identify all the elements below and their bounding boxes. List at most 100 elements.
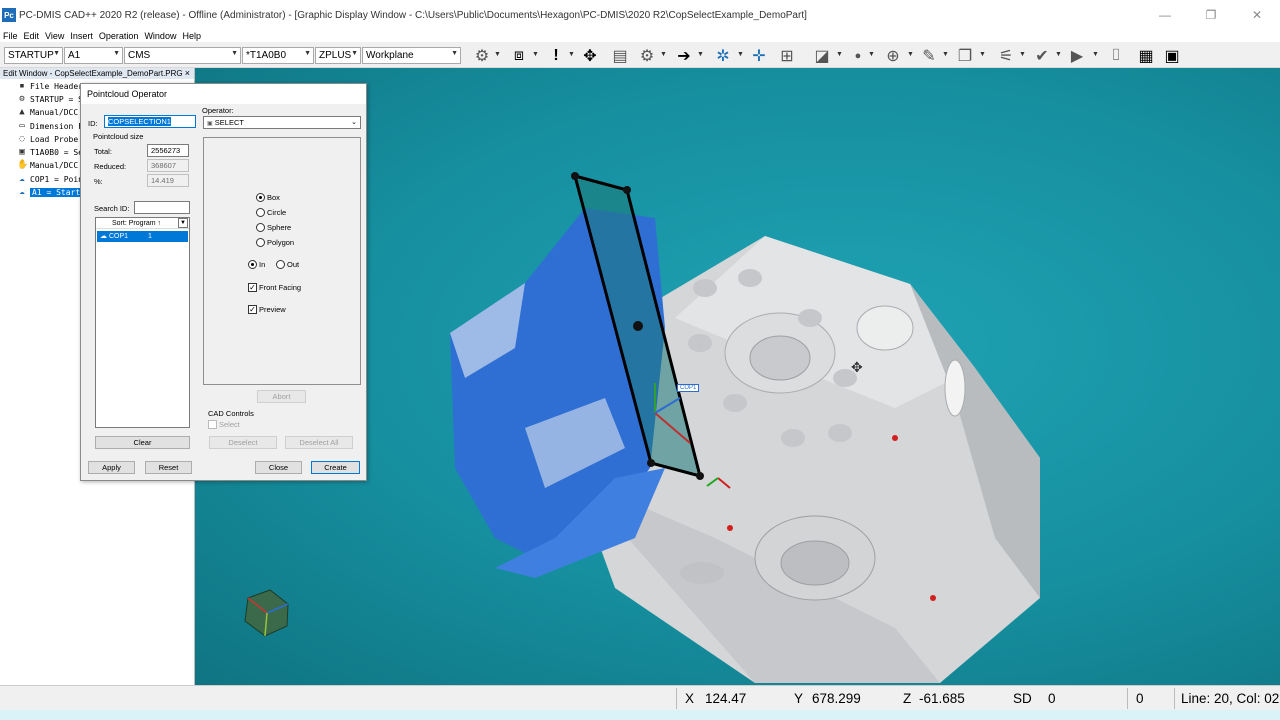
chevron-down-icon[interactable]: ▼: [494, 51, 501, 58]
tree-item[interactable]: ▣ T1A0B0 = Se: [17, 146, 83, 158]
deselect-button[interactable]: Deselect: [209, 436, 277, 449]
chevron-down-icon[interactable]: ▼: [1092, 51, 1099, 58]
copy-icon[interactable]: ❐: [955, 46, 975, 66]
chevron-down-icon: ▼: [451, 50, 458, 57]
move-arrow-icon[interactable]: ➔: [674, 46, 694, 66]
operator-select[interactable]: ▣ SELECT ⌄: [203, 116, 361, 129]
out-radio[interactable]: Out: [276, 260, 299, 269]
deselect-all-button[interactable]: Deselect All: [285, 436, 353, 449]
menu-edit[interactable]: Edit: [24, 31, 40, 41]
play-icon[interactable]: ▶: [1067, 46, 1087, 66]
measure-icon[interactable]: ◪: [812, 46, 832, 66]
minimize-button[interactable]: —: [1142, 0, 1188, 30]
tree-item-label: File Header: [30, 81, 83, 91]
tree-item[interactable]: ▭ Dimension F: [17, 120, 83, 132]
close-window-button[interactable]: ✕: [1234, 0, 1280, 30]
percent-label: %:: [94, 177, 103, 186]
menu-view[interactable]: View: [45, 31, 64, 41]
chevron-down-icon[interactable]: ▼: [697, 51, 704, 58]
chevron-down-icon[interactable]: ▼: [1055, 51, 1062, 58]
chevron-down-icon[interactable]: ▼: [979, 51, 986, 58]
close-button[interactable]: Close: [255, 461, 302, 474]
tip-combo[interactable]: *T1A0B0 ▼: [242, 47, 314, 64]
tree-item[interactable]: ▲ Manual/DCC: [17, 106, 78, 118]
tree-item[interactable]: ⚙ STARTUP = S: [17, 93, 83, 105]
alignment-value: STARTUP: [8, 50, 54, 61]
tree-item[interactable]: ☁ COP1 = Poin: [17, 173, 83, 185]
selection-handle[interactable]: [623, 186, 631, 194]
in-radio[interactable]: In: [248, 260, 265, 269]
selection-handle[interactable]: [571, 172, 579, 180]
workplane-combo[interactable]: Workplane ▼: [362, 47, 461, 64]
sort-header[interactable]: Sort: Program ↑ ▼: [96, 218, 189, 229]
chevron-down-icon[interactable]: ▼: [737, 51, 744, 58]
pointcloud-list[interactable]: Sort: Program ↑ ▼ ☁ COP1 1: [95, 217, 190, 428]
annotation-icon[interactable]: ✎: [919, 46, 939, 66]
tree-item-label: Manual/DCC: [30, 107, 79, 117]
point-icon[interactable]: ●: [848, 46, 868, 66]
close-icon[interactable]: ×: [185, 68, 190, 79]
chevron-down-icon[interactable]: ▼: [868, 51, 875, 58]
reset-button[interactable]: Reset: [145, 461, 192, 474]
menu-window[interactable]: Window: [144, 31, 176, 41]
chevron-down-icon[interactable]: ▼: [660, 51, 667, 58]
chevron-down-icon[interactable]: ▼: [942, 51, 949, 58]
menu-file[interactable]: File: [3, 31, 18, 41]
check-icon[interactable]: ✔: [1032, 46, 1052, 66]
chevron-down-icon[interactable]: ▼: [532, 51, 539, 58]
settings-icon[interactable]: ⚙: [637, 46, 657, 66]
tree-item[interactable]: ✋ Manual/DCC: [17, 159, 78, 171]
probe-readout-icon[interactable]: !: [546, 46, 566, 66]
menu-insert[interactable]: Insert: [70, 31, 93, 41]
translate-icon[interactable]: ✛: [749, 46, 769, 66]
tree-item[interactable]: ▪ File Header: [17, 80, 83, 92]
camera-icon[interactable]: ⌷: [1106, 46, 1126, 66]
pan-icon[interactable]: ✥: [580, 46, 600, 66]
chevron-down-icon[interactable]: ▼: [1019, 51, 1026, 58]
comment-icon[interactable]: ▤: [610, 46, 630, 66]
window-layout-icon[interactable]: ▣: [1162, 46, 1182, 66]
front-facing-checkbox[interactable]: ✓ Front Facing: [248, 283, 301, 292]
selection-handle[interactable]: [696, 472, 704, 480]
rotate-icon[interactable]: ✲: [713, 46, 733, 66]
id-input[interactable]: COPSELECTION1: [104, 115, 196, 128]
menu-operation[interactable]: Operation: [99, 31, 139, 41]
tree-item-label: STARTUP = S: [30, 94, 83, 104]
scan-icon[interactable]: ⚟: [996, 46, 1016, 66]
clear-button[interactable]: Clear: [95, 436, 190, 449]
mode-icon: ✋: [17, 160, 29, 170]
search-id-input[interactable]: [134, 201, 190, 214]
maximize-button[interactable]: ❐: [1188, 0, 1234, 30]
tree-item-selected[interactable]: ☁ A1 = Start: [17, 186, 83, 198]
crosshair-icon[interactable]: ⊕: [883, 46, 903, 66]
chevron-down-icon[interactable]: ▼: [178, 218, 188, 228]
create-button[interactable]: Create: [311, 461, 360, 474]
radio-icon: [256, 193, 265, 202]
chevron-down-icon[interactable]: ▼: [907, 51, 914, 58]
shape-radio-sphere[interactable]: Sphere: [256, 223, 291, 232]
operator-icon: ▣: [207, 121, 213, 127]
probe-mode-icon[interactable]: ⚙: [472, 46, 492, 66]
align-icon[interactable]: ⊞: [777, 46, 797, 66]
chevron-down-icon[interactable]: ▼: [568, 51, 575, 58]
abort-button[interactable]: Abort: [257, 390, 306, 403]
apply-button[interactable]: Apply: [88, 461, 135, 474]
chevron-down-icon[interactable]: ▼: [836, 51, 843, 58]
shape-radio-circle[interactable]: Circle: [256, 208, 286, 217]
view-combo[interactable]: ZPLUS ▼: [315, 47, 361, 64]
alignment-start-icon: ☁: [19, 187, 25, 197]
selection-center-handle[interactable]: [633, 321, 643, 331]
preview-checkbox[interactable]: ✓ Preview: [248, 305, 286, 314]
shape-radio-polygon[interactable]: Polygon: [256, 238, 294, 247]
mode-combo[interactable]: CMS ▼: [124, 47, 241, 64]
shape-radio-box[interactable]: Box: [256, 193, 280, 202]
cad-select-checkbox[interactable]: Select: [208, 420, 240, 429]
alignment-combo[interactable]: STARTUP ▼: [4, 47, 63, 64]
probe-combo[interactable]: A1 ▼: [64, 47, 123, 64]
menu-help[interactable]: Help: [182, 31, 201, 41]
tree-item[interactable]: ◌ Load Probe: [17, 133, 78, 145]
report-icon[interactable]: ▦: [1136, 46, 1156, 66]
cube-view-icon[interactable]: ⧈: [509, 46, 529, 66]
list-item[interactable]: ☁ COP1 1: [97, 231, 188, 242]
selection-handle[interactable]: [647, 459, 655, 467]
